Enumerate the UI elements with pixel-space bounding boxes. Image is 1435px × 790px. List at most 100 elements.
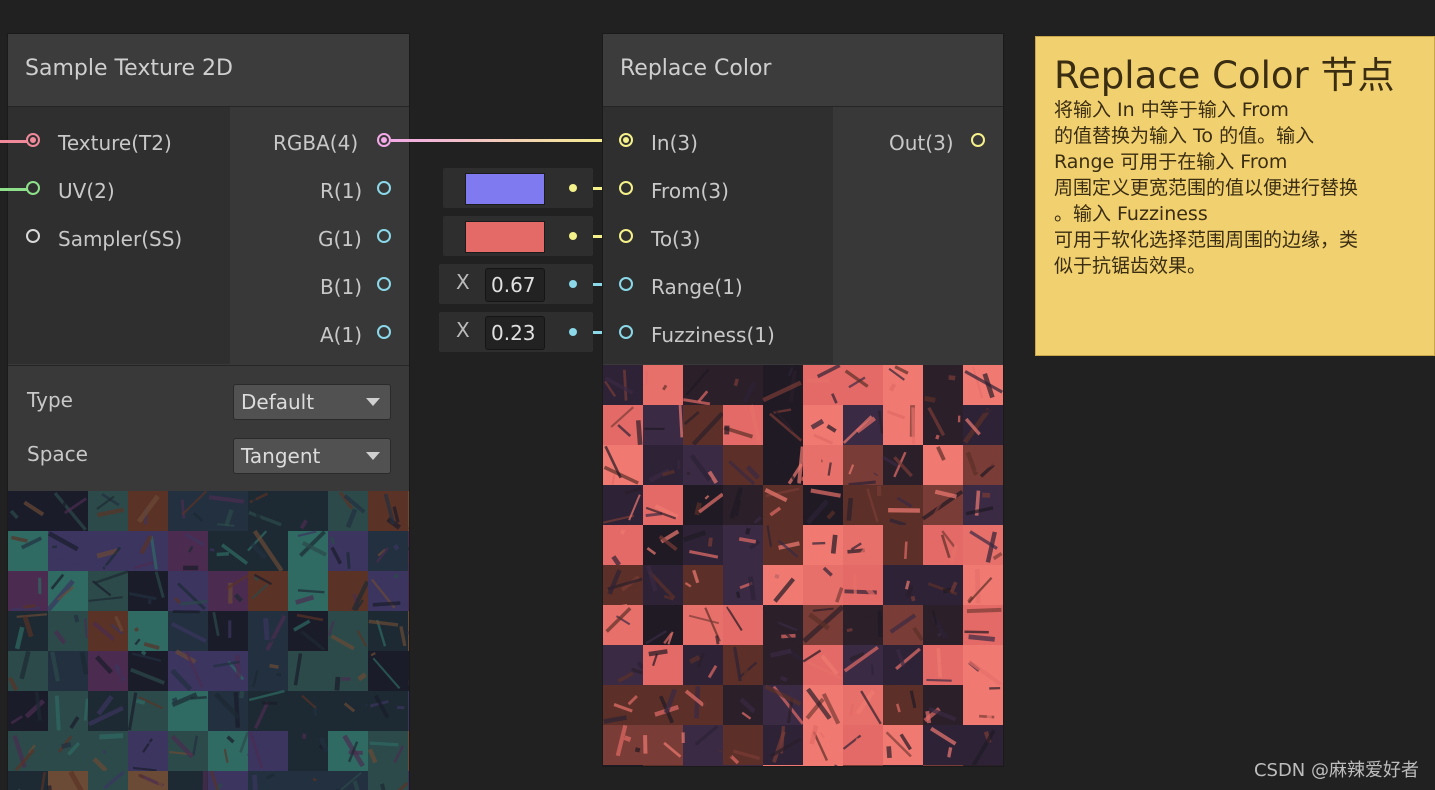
sticky-note[interactable]: Replace Color 节点 将输入 In 中等于输入 From 的值替换为… (1035, 36, 1435, 356)
from-input-label: From(3) (651, 179, 729, 203)
texture-streak (702, 695, 709, 710)
texture-streak (924, 395, 936, 403)
texture-streak (846, 497, 854, 521)
texture-streak (302, 733, 307, 739)
texture-tile (48, 731, 88, 771)
watermark: CSDN @麻辣爱好者 (1253, 760, 1419, 781)
texture-streak (742, 457, 749, 484)
replace-color-node[interactable]: Replace Color In(3) From(3) To(3) Range(… (603, 34, 1003, 766)
texture-tile (603, 765, 643, 766)
out-output-port[interactable] (971, 133, 985, 147)
to-color-field[interactable] (443, 216, 593, 256)
range-input-port[interactable] (619, 277, 633, 291)
texture-tile (248, 571, 288, 611)
range-input-label: Range(1) (651, 275, 743, 299)
texture-streak (23, 604, 36, 609)
texture-input-wire (0, 140, 28, 143)
a-output-port[interactable] (377, 325, 391, 339)
texture-streak (345, 721, 363, 725)
texture-streak (269, 663, 279, 669)
type-label: Type (27, 388, 73, 412)
texture-streak (686, 471, 691, 476)
texture-streak (947, 747, 953, 758)
result-preview (603, 365, 1003, 766)
texture-tile (408, 491, 409, 531)
texture-tile (408, 611, 409, 651)
fuzziness-value-input[interactable]: 0.23 (485, 316, 545, 350)
space-dropdown[interactable]: Tangent (233, 438, 391, 474)
b-output-port[interactable] (377, 277, 391, 291)
r-output-port[interactable] (377, 181, 391, 195)
from-input-port[interactable] (619, 181, 633, 195)
out-output-label: Out(3) (889, 131, 954, 155)
rgba-output-port[interactable] (377, 133, 391, 147)
sticky-note-title: Replace Color 节点 (1054, 54, 1395, 97)
texture-preview-image (8, 491, 409, 790)
texture-streak (235, 655, 242, 678)
to-inline-port (569, 232, 577, 240)
node-header[interactable]: Sample Texture 2D (8, 34, 409, 107)
texture-streak (83, 698, 89, 721)
texture-streak (99, 733, 124, 740)
in-input-port[interactable] (619, 133, 633, 147)
sampler-input-label: Sampler(SS) (58, 227, 183, 251)
texture-streak (898, 701, 904, 705)
texture-tile (88, 571, 128, 611)
texture-streak (801, 476, 807, 482)
range-inline-port (569, 280, 577, 288)
chevron-down-icon (366, 452, 380, 460)
texture-tile (763, 445, 803, 485)
texture-input-label: Texture(T2) (58, 131, 172, 155)
texture-tile (683, 485, 723, 525)
texture-tile (843, 765, 883, 766)
texture-tile (883, 725, 923, 765)
range-value-input[interactable]: 0.67 (485, 268, 545, 302)
uv-input-port[interactable] (26, 181, 40, 195)
texture-tile (803, 725, 843, 765)
to-input-port[interactable] (619, 229, 633, 243)
texture-tile (48, 691, 88, 731)
texture-tile (923, 445, 963, 485)
uv-input-wire (0, 188, 28, 191)
texture-tile (248, 491, 288, 531)
from-color-swatch[interactable] (465, 173, 545, 205)
fuzziness-input-port[interactable] (619, 325, 633, 339)
type-dropdown-value: Default (241, 390, 315, 414)
texture-tile (923, 605, 963, 645)
texture-streak (986, 698, 994, 723)
to-color-swatch[interactable] (465, 221, 545, 253)
fuzziness-field[interactable]: X 0.23 (439, 312, 593, 352)
to-input-label: To(3) (651, 227, 701, 251)
texture-preview (8, 491, 409, 790)
texture-tile (408, 531, 409, 571)
texture-streak (622, 369, 628, 401)
texture-tile (48, 611, 88, 651)
texture-tile (408, 571, 409, 611)
texture-tile (803, 365, 843, 405)
sampler-input-port[interactable] (26, 229, 40, 243)
texture-tile (408, 691, 409, 731)
texture-tile (603, 365, 643, 405)
texture-streak (936, 648, 943, 678)
type-dropdown[interactable]: Default (233, 384, 391, 420)
chevron-down-icon (366, 398, 380, 406)
texture-tile (408, 731, 409, 771)
texture-streak (288, 660, 322, 667)
texture-streak (239, 690, 245, 699)
node-title: Replace Color (620, 56, 772, 81)
texture-streak (372, 601, 401, 607)
texture-tile (368, 531, 408, 571)
in-input-label: In(3) (651, 131, 698, 155)
node-header[interactable]: Replace Color (603, 34, 1003, 107)
texture-streak (694, 502, 702, 516)
sample-texture-2d-node[interactable]: Sample Texture 2D Texture(T2) UV(2) Samp… (8, 34, 409, 790)
from-color-field[interactable] (443, 168, 593, 208)
texture-streak (302, 494, 310, 509)
g-output-port[interactable] (377, 229, 391, 243)
sticky-note-body: 将输入 In 中等于输入 From 的值替换为输入 To 的值。输入 Range… (1054, 99, 1359, 277)
range-field[interactable]: X 0.67 (439, 264, 593, 304)
texture-input-port[interactable] (26, 133, 40, 147)
texture-tile (803, 445, 843, 485)
texture-streak (140, 650, 147, 656)
properties-panel: Type Default Space Tangent (8, 365, 409, 491)
